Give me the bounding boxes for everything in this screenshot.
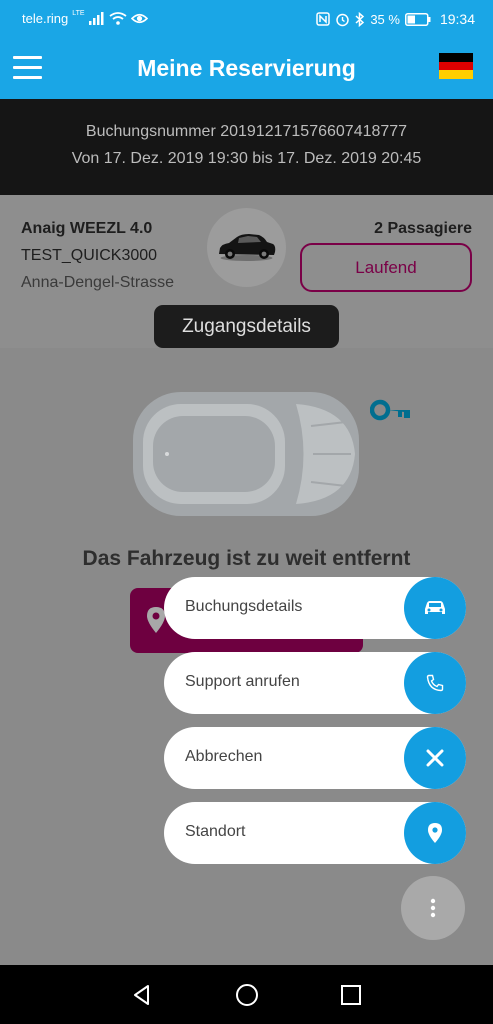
vehicle-plate: TEST_QUICK3000 [21, 247, 158, 264]
carrier-name: tele.ring [22, 11, 69, 26]
car-topview-icon [133, 392, 359, 516]
home-circle-icon[interactable] [232, 980, 262, 1010]
clock: 19:34 [439, 11, 475, 27]
battery-percent: 35 % [370, 11, 400, 27]
status-right: 35 % 19:34 [316, 11, 475, 27]
close-icon [426, 749, 444, 767]
eye-icon [130, 13, 148, 24]
vehicle-street: Anna-Dengel-Strasse [21, 274, 174, 291]
page-title: Meine Reservierung [137, 55, 356, 81]
status-badge[interactable]: Laufend [300, 243, 472, 292]
wifi-icon [109, 12, 127, 25]
booking-info: Buchungsnummer 201912171576607418777 Von… [0, 99, 493, 195]
car-thumbnail [207, 208, 286, 287]
fab-label: Abbrechen [185, 748, 263, 765]
booking-number: Buchungsnummer 201912171576607418777 [85, 123, 408, 140]
car-icon [425, 601, 445, 614]
location-pin-icon [428, 823, 442, 843]
fab-icon-circle[interactable] [404, 577, 466, 639]
app-header: Meine Reservierung [0, 38, 493, 99]
fab-icon-circle[interactable] [404, 652, 466, 714]
fab-icon-circle[interactable] [404, 727, 466, 789]
flag-stripe-red [439, 61, 473, 71]
fab-item-call-support[interactable]: Support anrufen [164, 652, 466, 714]
status-left: tele.ring LTE [22, 10, 148, 26]
car-icon [219, 234, 276, 261]
fab-label: Support anrufen [185, 673, 300, 690]
battery-icon [404, 12, 431, 26]
vehicle-name: Anaig WEEZL 4.0 [21, 220, 153, 237]
access-details-tooltip: Zugangsdetails [154, 305, 339, 348]
german-flag-icon[interactable] [439, 53, 473, 79]
back-triangle-icon[interactable] [127, 980, 157, 1010]
status-bar: tele.ring LTE 35 % 19:34 [0, 0, 493, 38]
booking-period: Von 17. Dez. 2019 19:30 bis 17. Dez. 201… [71, 150, 422, 167]
flag-stripe-gold [439, 70, 473, 79]
more-vertical-dots [430, 898, 436, 918]
alarm-icon [336, 13, 350, 26]
system-nav-bar [0, 965, 493, 1024]
recents-square-icon[interactable] [336, 980, 366, 1010]
flag-stripe-black [439, 53, 473, 62]
phone-icon [426, 674, 444, 692]
location-pin-icon [147, 607, 165, 633]
distance-message: Das Fahrzeug ist zu weit entfernt [82, 547, 411, 570]
fab-item-location[interactable]: Standort [164, 802, 466, 864]
fab-item-cancel[interactable]: Abbrechen [164, 727, 466, 789]
nfc-icon [316, 12, 331, 26]
signal-icon [88, 12, 104, 25]
fab-label: Buchungsdetails [185, 598, 303, 615]
key-icon [370, 399, 410, 421]
passenger-count: 2 Passagiere [374, 220, 472, 237]
bluetooth-icon [355, 11, 365, 27]
fab-item-booking-details[interactable]: Buchungsdetails [164, 577, 466, 639]
more-vertical-icon[interactable] [401, 876, 465, 940]
network-type: LTE [72, 10, 85, 17]
fab-label: Standort [185, 823, 246, 840]
fab-icon-circle[interactable] [404, 802, 466, 864]
